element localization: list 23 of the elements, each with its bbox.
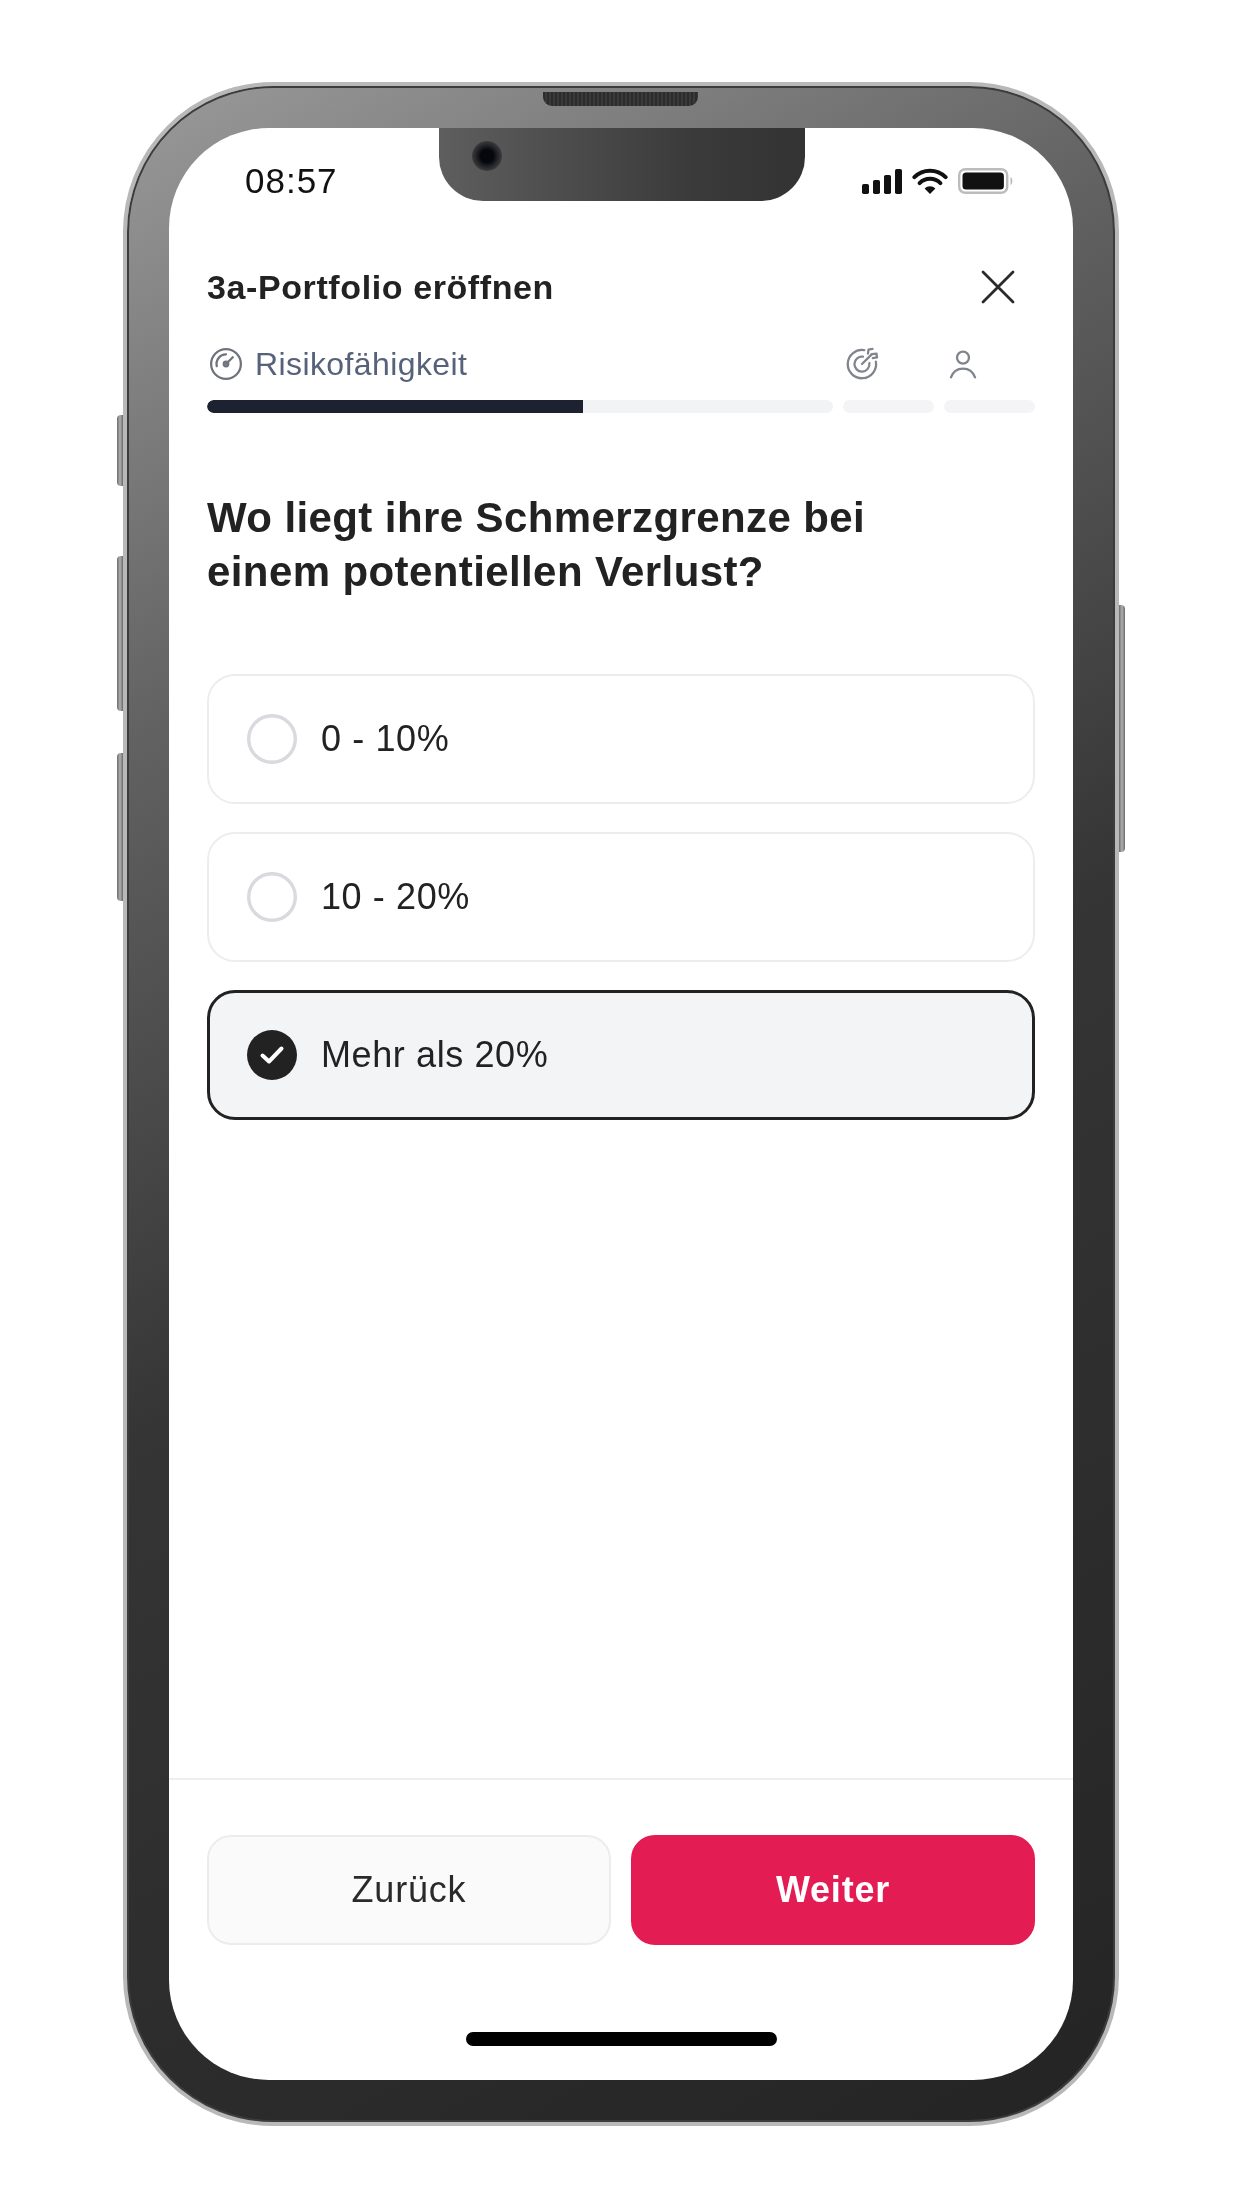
close-icon bbox=[981, 270, 1015, 304]
radio-icon bbox=[247, 714, 297, 764]
answer-option[interactable]: 0 - 10% bbox=[207, 674, 1035, 804]
battery-icon bbox=[958, 168, 1014, 194]
next-button[interactable]: Weiter bbox=[631, 1835, 1035, 1945]
question-text: Wo liegt ihre Schmerzgrenze bei einem potentiellen Verlust? bbox=[207, 493, 867, 597]
target-icon bbox=[845, 347, 879, 381]
volume-button[interactable] bbox=[117, 753, 123, 901]
step-label: Risikofähigkeit bbox=[255, 345, 468, 383]
gauge-icon bbox=[209, 347, 243, 381]
wifi-icon bbox=[912, 167, 948, 195]
back-button[interactable]: Zurück bbox=[207, 1835, 611, 1945]
answer-option[interactable]: Mehr als 20% bbox=[207, 990, 1035, 1120]
checked-radio-icon bbox=[247, 1030, 297, 1080]
camera-icon bbox=[472, 141, 502, 171]
power-button[interactable] bbox=[1119, 605, 1125, 852]
radio-icon bbox=[247, 872, 297, 922]
answer-option[interactable]: 10 - 20% bbox=[207, 832, 1035, 962]
volume-button[interactable] bbox=[117, 556, 123, 711]
page-title: 3a-Portfolio eröffnen bbox=[207, 267, 554, 307]
side-button[interactable] bbox=[117, 415, 123, 486]
signal-icon bbox=[862, 168, 902, 194]
status-time: 08:57 bbox=[245, 161, 338, 201]
